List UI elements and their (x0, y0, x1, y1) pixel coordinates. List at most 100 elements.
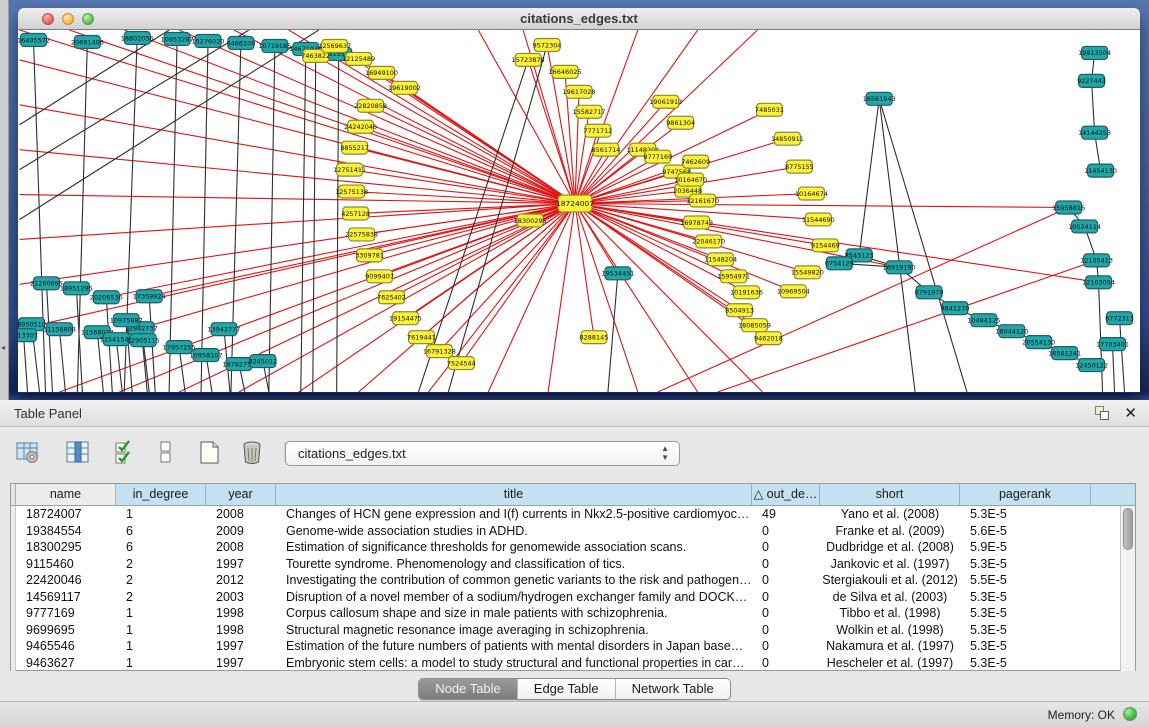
network-node[interactable]: 12751411 (333, 163, 366, 176)
network-node[interactable]: 3913307 (18, 329, 38, 342)
network-node[interactable]: 15958816 (1052, 201, 1085, 214)
network-node[interactable]: 9227443 (1077, 74, 1106, 87)
network-node[interactable]: 9154469 (811, 239, 840, 252)
new-column-icon[interactable] (196, 439, 224, 467)
network-node[interactable]: 16561241 (1048, 347, 1081, 360)
network-node[interactable]: 8561714 (592, 143, 621, 156)
network-canvas[interactable]: 1640557220691406188020561065328715276020… (18, 30, 1140, 392)
network-node[interactable]: 18724007 (556, 195, 594, 212)
network-node[interactable]: 10164670 (674, 173, 707, 186)
network-node[interactable]: 6466100 (227, 36, 256, 49)
network-node[interactable]: 19534451 (601, 267, 634, 280)
network-node[interactable]: 10524114 (1068, 220, 1101, 233)
tab-node-table[interactable]: Node Table (419, 679, 518, 699)
table-row[interactable]: 1872400712008Changes of HCN gene express… (11, 506, 1116, 523)
network-node[interactable]: 10969504 (777, 285, 810, 298)
table-row[interactable]: 946362711997Embryonic stem cells: a mode… (11, 655, 1116, 672)
network-node[interactable]: 12161670 (686, 194, 719, 207)
network-node[interactable]: 12105413 (1080, 254, 1113, 267)
network-node[interactable]: 11548204 (704, 253, 737, 266)
table-row[interactable]: 1830029562008Estimation of significance … (11, 539, 1116, 556)
network-node[interactable]: 20206536 (90, 291, 123, 304)
network-node[interactable]: 13942777 (208, 323, 241, 336)
network-node[interactable]: 8855217 (340, 141, 369, 154)
network-node[interactable]: 19813504 (1078, 46, 1111, 59)
network-node[interactable]: 19617028 (563, 85, 596, 98)
network-node[interactable]: 7524544 (447, 357, 476, 370)
network-node[interactable]: 21260695 (30, 277, 63, 290)
network-node[interactable]: 7625402 (377, 291, 406, 304)
network-node[interactable]: 10975887 (110, 314, 143, 327)
float-panel-icon[interactable] (1095, 406, 1109, 420)
network-node[interactable]: 15954971 (717, 270, 750, 283)
network-node[interactable]: 15582717 (573, 105, 606, 118)
panel-collapse-arrow-icon[interactable]: ◂ (1, 344, 5, 352)
network-node[interactable]: 12905115 (127, 334, 160, 347)
column-header-short[interactable]: short (820, 484, 960, 505)
network-node[interactable]: 9245012 (248, 355, 277, 368)
network-node[interactable]: 18300295 (514, 214, 547, 227)
column-header-year[interactable]: year (206, 484, 276, 505)
network-node[interactable]: 16919190 (883, 261, 916, 274)
tab-network-table[interactable]: Network Table (616, 679, 730, 699)
network-node[interactable]: 14144253 (1078, 126, 1111, 139)
network-node[interactable]: 22046170 (692, 235, 725, 248)
close-traffic-light-icon[interactable] (42, 13, 54, 25)
column-header-pagerank[interactable]: pagerank (960, 484, 1091, 505)
network-node[interactable]: 7619441 (407, 331, 436, 344)
network-node[interactable]: 9861304 (666, 116, 695, 129)
network-node[interactable]: 17703401 (1096, 338, 1129, 351)
vertical-scrollbar[interactable] (1120, 506, 1135, 671)
network-node[interactable]: 24242040 (344, 120, 377, 133)
network-node[interactable]: 12575138 (335, 185, 368, 198)
table-mode-icon[interactable] (14, 439, 42, 467)
deselect-all-icon[interactable] (152, 439, 180, 467)
column-header-name[interactable]: name (16, 484, 116, 505)
network-node[interactable]: 7462609 (681, 155, 710, 168)
network-graph[interactable]: 1640557220691406188020561065328715276020… (18, 30, 1140, 392)
network-node[interactable]: 4257128 (341, 207, 370, 220)
network-node[interactable]: 18044120 (995, 325, 1028, 338)
select-all-icon[interactable] (112, 439, 140, 467)
network-node[interactable]: 22820858 (354, 99, 387, 112)
network-node[interactable]: 10653287 (161, 32, 194, 45)
network-node[interactable]: 12103054 (1082, 276, 1115, 289)
network-node[interactable]: 17359924 (133, 290, 166, 303)
table-row[interactable]: 1938455462009Genome-wide association stu… (11, 523, 1116, 540)
network-node[interactable]: 14850911 (771, 132, 804, 145)
network-node[interactable]: 18802056 (121, 31, 154, 44)
close-panel-icon[interactable]: ✕ (1124, 404, 1137, 422)
network-node[interactable]: 15549820 (791, 266, 824, 279)
network-node[interactable]: 10719185 (258, 39, 291, 52)
network-node[interactable]: 19619002 (388, 81, 421, 94)
network-node[interactable]: 10164674 (795, 187, 828, 200)
network-node[interactable]: 11156808 (43, 323, 76, 336)
network-node[interactable]: 9462018 (754, 332, 783, 345)
table-row[interactable]: 1456911722003Disruption of a novel membe… (11, 589, 1116, 606)
network-node[interactable]: 12569637 (318, 39, 351, 52)
network-node[interactable]: 6754129 (825, 257, 854, 270)
network-node[interactable]: 20691406 (71, 35, 104, 48)
table-row[interactable]: 946554611997Estimation of the future num… (11, 638, 1116, 655)
control-panel-collapsed-strip[interactable]: ◂ (0, 0, 9, 400)
network-node[interactable]: 20554130 (1022, 336, 1055, 349)
network-node[interactable]: 16791328 (423, 345, 456, 358)
network-node[interactable]: 8288145 (580, 331, 609, 344)
network-node[interactable]: 11544690 (802, 213, 835, 226)
network-node[interactable]: 10191636 (730, 286, 763, 299)
network-node[interactable]: 15276020 (192, 34, 225, 47)
scrollbar-thumb[interactable] (1123, 508, 1133, 550)
network-node[interactable]: 9572304 (533, 38, 562, 51)
network-node[interactable]: 16561943 (863, 92, 896, 105)
network-node[interactable]: 8504913 (725, 304, 754, 317)
table-row[interactable]: 969969511998Structural magnetic resonanc… (11, 622, 1116, 639)
network-node[interactable]: 10958107 (190, 349, 223, 362)
network-node[interactable]: 9777169 (643, 150, 672, 163)
network-node[interactable]: 6791970 (915, 286, 944, 299)
network-node[interactable]: 3309781 (355, 249, 384, 262)
column-header-out_de[interactable]: △ out_de… (752, 484, 820, 505)
table-row[interactable]: 2242004622012Investigating the contribut… (11, 572, 1116, 589)
column-header-in_degree[interactable]: in_degree (116, 484, 206, 505)
network-node[interactable]: 18951295 (60, 282, 93, 295)
network-node[interactable]: 10484125 (967, 314, 1000, 327)
